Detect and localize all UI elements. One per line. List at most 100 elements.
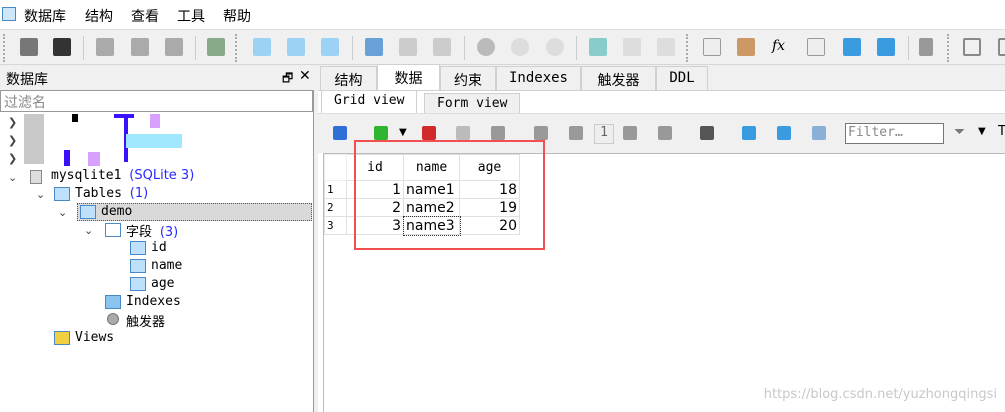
menu-bar: 数据库 结构 查看 工具 帮助	[0, 0, 1005, 29]
tree-column[interactable]: name	[151, 258, 182, 273]
tree-database[interactable]: mysqlite1 (SQLite 3)	[51, 168, 194, 183]
chevron-right-icon[interactable]: ❯	[8, 152, 17, 165]
highlight-box	[354, 140, 545, 250]
remove-table-icon[interactable]	[321, 38, 339, 56]
edit-table-icon[interactable]	[287, 38, 305, 56]
delete-row-icon[interactable]	[422, 126, 436, 140]
edit-trigger-icon[interactable]	[511, 38, 529, 56]
export-grid-icon[interactable]	[812, 126, 826, 140]
menu-tools[interactable]: 工具	[177, 6, 205, 26]
wrench-icon[interactable]	[919, 38, 933, 56]
expand-icon[interactable]	[877, 38, 895, 56]
add-row-icon[interactable]	[374, 126, 388, 140]
connect-icon[interactable]	[20, 38, 38, 56]
remove-view-icon[interactable]	[657, 38, 675, 56]
disconnect-icon[interactable]	[53, 38, 71, 56]
row-number: 1	[324, 180, 347, 199]
panel-header: 数据库 🗗 ✕	[0, 66, 314, 90]
sql-editor-icon[interactable]	[703, 38, 721, 56]
edit-view-icon[interactable]	[623, 38, 641, 56]
rollback-icon[interactable]	[491, 126, 505, 140]
remove-trigger-icon[interactable]	[546, 38, 564, 56]
add-table-icon[interactable]	[253, 38, 271, 56]
subtab-grid-view[interactable]: Grid view	[321, 90, 418, 113]
table-icon	[80, 205, 96, 219]
database-icon	[30, 170, 42, 184]
tab-data[interactable]: 数据	[377, 64, 440, 90]
row-number: 2	[324, 198, 347, 217]
column-icon	[130, 259, 146, 273]
column-icon	[130, 277, 146, 291]
subtab-form-view[interactable]: Form view	[424, 93, 521, 113]
refresh-database-icon[interactable]	[207, 38, 225, 56]
tree-views[interactable]: Views	[75, 330, 114, 345]
column-icon	[130, 241, 146, 255]
tab-triggers[interactable]: 触发器	[581, 66, 656, 90]
chevron-down-icon[interactable]: ⌄	[58, 206, 67, 219]
add-trigger-icon[interactable]	[477, 38, 495, 56]
main-toolbar: fx	[0, 29, 1005, 65]
menu-help[interactable]: 帮助	[223, 6, 251, 26]
export-icon[interactable]	[737, 38, 755, 56]
dropdown-arrow-icon[interactable]: ▼	[978, 126, 986, 137]
truncated-button[interactable]: T	[998, 124, 1005, 139]
views-icon	[54, 331, 70, 345]
menu-structure[interactable]: 结构	[85, 6, 113, 26]
remove-index-icon[interactable]	[433, 38, 451, 56]
close-icon[interactable]: ✕	[299, 68, 311, 84]
add-database-icon[interactable]	[96, 38, 114, 56]
tab-ddl[interactable]: DDL	[656, 66, 708, 90]
filter-funnel-icon[interactable]: ⏷	[954, 124, 965, 140]
collation-icon[interactable]	[807, 38, 825, 56]
panel-title: 数据库	[6, 72, 48, 88]
chevron-right-icon[interactable]: ❯	[8, 134, 17, 147]
watermark: https://blog.csdn.net/yuzhongqingsi	[763, 387, 997, 402]
window-cascade-icon[interactable]	[998, 38, 1005, 56]
add-index-icon[interactable]	[365, 38, 383, 56]
edit-index-icon[interactable]	[399, 38, 417, 56]
tree-column[interactable]: id	[151, 240, 167, 255]
tab-structure[interactable]: 结构	[320, 66, 377, 90]
triggers-icon	[107, 313, 119, 325]
refresh-icon[interactable]	[333, 126, 347, 140]
chevron-down-icon[interactable]: ⌄	[8, 171, 17, 184]
tree-tables[interactable]: Tables (1)	[75, 186, 148, 201]
prev-page-icon[interactable]	[569, 126, 583, 140]
collapse-columns-icon[interactable]	[742, 126, 756, 140]
tree-fields[interactable]: 字段 (3)	[126, 221, 178, 240]
filter-input[interactable]: Filter…	[845, 123, 944, 144]
print-icon[interactable]	[700, 126, 714, 140]
tab-constraints[interactable]: 约束	[440, 66, 496, 90]
commit-icon[interactable]	[456, 126, 470, 140]
tab-indexes[interactable]: Indexes	[496, 66, 581, 90]
float-icon[interactable]: 🗗	[282, 69, 293, 90]
menu-view[interactable]: 查看	[131, 6, 159, 26]
chevron-right-icon[interactable]: ❯	[8, 116, 17, 129]
page-number[interactable]: 1	[594, 124, 614, 144]
filter-input[interactable]: 过滤名	[0, 90, 313, 112]
edit-database-icon[interactable]	[131, 38, 149, 56]
tree-indexes[interactable]: Indexes	[126, 294, 181, 309]
tree-table-demo[interactable]: demo	[101, 204, 132, 219]
fields-icon	[105, 223, 121, 237]
dropdown-arrow-icon[interactable]: ▼	[399, 127, 407, 138]
menu-database[interactable]: 数据库	[24, 6, 66, 26]
database-panel: 数据库 🗗 ✕ 过滤名 ❯ ❯ ❯ ⌄ mysqlite1 (SQLite 3)…	[0, 66, 314, 412]
tree-column[interactable]: age	[151, 276, 174, 291]
remove-database-icon[interactable]	[165, 38, 183, 56]
add-view-icon[interactable]	[589, 38, 607, 56]
tree-triggers[interactable]: 触发器	[126, 311, 165, 330]
chevron-down-icon[interactable]: ⌄	[84, 224, 93, 237]
redacted-items	[24, 114, 184, 166]
window-tile-icon[interactable]	[963, 38, 981, 56]
app-icon	[2, 7, 16, 21]
last-page-icon[interactable]	[658, 126, 672, 140]
expand-columns-icon[interactable]	[777, 126, 791, 140]
first-page-icon[interactable]	[534, 126, 548, 140]
next-page-icon[interactable]	[623, 126, 637, 140]
tables-icon	[54, 187, 70, 201]
chevron-down-icon[interactable]: ⌄	[36, 188, 45, 201]
indexes-icon	[105, 295, 121, 309]
collapse-icon[interactable]	[843, 38, 861, 56]
function-icon[interactable]: fx	[772, 38, 790, 56]
